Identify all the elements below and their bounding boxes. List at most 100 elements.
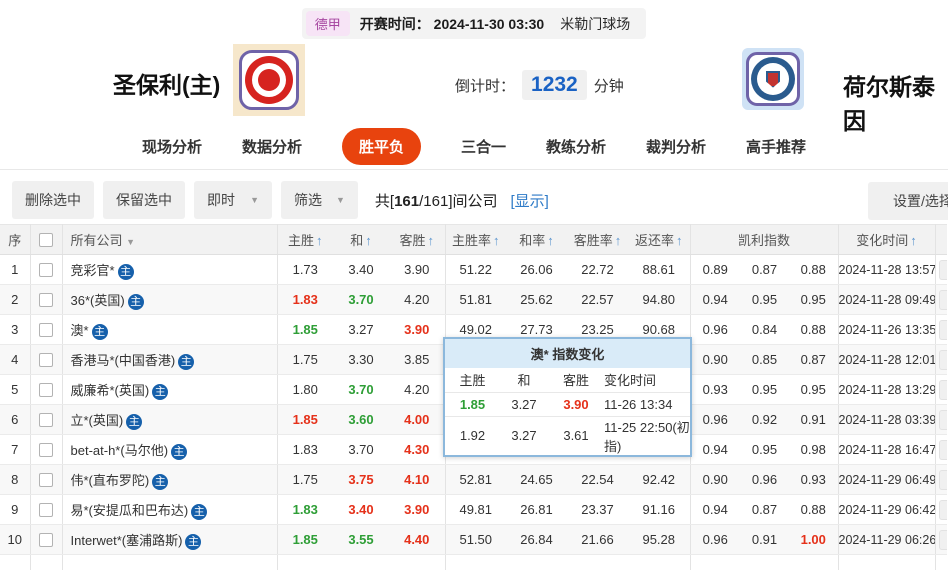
- away-odds-cell[interactable]: 4.40: [389, 525, 445, 555]
- draw-odds-cell[interactable]: 3.55: [333, 525, 389, 555]
- row-checkbox[interactable]: [39, 383, 53, 397]
- change-time-cell: 2024-11-29 06:26: [838, 525, 935, 555]
- header-home-odds[interactable]: 主胜↑: [277, 225, 333, 255]
- home-odds-cell[interactable]: 1.73: [277, 255, 333, 285]
- tab-2[interactable]: 胜平负: [342, 128, 421, 165]
- show-link[interactable]: [显示]: [511, 190, 549, 211]
- tooltip-header-away: 客胜: [548, 368, 604, 392]
- trend-button-fragment[interactable]: [939, 440, 948, 460]
- trend-button-fragment[interactable]: [939, 470, 948, 490]
- tab-3[interactable]: 三合一: [461, 136, 506, 157]
- trend-button-fragment[interactable]: [939, 410, 948, 430]
- row-select-cell: [30, 405, 62, 435]
- draw-odds-cell[interactable]: 3.70: [333, 435, 389, 465]
- header-away-rate[interactable]: 客胜率↑: [567, 225, 628, 255]
- keep-selected-button[interactable]: 保留选中: [103, 181, 185, 219]
- away-odds-cell[interactable]: 4.10: [389, 465, 445, 495]
- draw-odds-cell[interactable]: 3.75: [333, 465, 389, 495]
- row-checkbox[interactable]: [39, 503, 53, 517]
- row-checkbox[interactable]: [39, 293, 53, 307]
- company-cell[interactable]: bet-at-h*(马尔他)主: [62, 435, 277, 465]
- away-odds-cell[interactable]: 3.90: [389, 495, 445, 525]
- away-odds-cell[interactable]: 4.20: [389, 285, 445, 315]
- trend-button-fragment[interactable]: [939, 290, 948, 310]
- delete-selected-button[interactable]: 删除选中: [12, 181, 94, 219]
- kelly-away-cell: 0.93: [789, 465, 838, 495]
- company-cell[interactable]: 立*(英国)主: [62, 405, 277, 435]
- tab-5[interactable]: 裁判分析: [646, 136, 706, 157]
- settings-select-button[interactable]: 设置/选择: [868, 182, 948, 220]
- row-checkbox[interactable]: [39, 443, 53, 457]
- away-odds-cell[interactable]: 4.20: [389, 375, 445, 405]
- away-rate-cell: 22.54: [567, 465, 628, 495]
- home-odds-cell[interactable]: [277, 555, 333, 570]
- filter-select[interactable]: 筛选 ▼: [281, 181, 358, 219]
- header-away-odds[interactable]: 客胜↑: [389, 225, 445, 255]
- row-checkbox[interactable]: [39, 533, 53, 547]
- company-cell[interactable]: 香港马*(中国香港)主: [62, 345, 277, 375]
- time-filter-select[interactable]: 即时 ▼: [194, 181, 272, 219]
- header-return-rate[interactable]: 返还率↑: [628, 225, 690, 255]
- draw-odds-cell[interactable]: [333, 555, 389, 570]
- home-odds-cell[interactable]: 1.80: [277, 375, 333, 405]
- home-odds-cell[interactable]: 1.85: [277, 315, 333, 345]
- away-odds-cell[interactable]: 3.90: [389, 255, 445, 285]
- sort-asc-icon: ↑: [910, 233, 917, 248]
- tab-4[interactable]: 教练分析: [546, 136, 606, 157]
- draw-odds-cell[interactable]: 3.70: [333, 285, 389, 315]
- home-odds-cell[interactable]: 1.83: [277, 285, 333, 315]
- away-odds-cell[interactable]: [389, 555, 445, 570]
- header-draw-rate[interactable]: 和率↑: [506, 225, 567, 255]
- draw-odds-cell[interactable]: 3.70: [333, 375, 389, 405]
- trend-button-fragment[interactable]: [939, 380, 948, 400]
- company-cell[interactable]: 威廉希*(英国)主: [62, 375, 277, 405]
- trend-button-fragment[interactable]: [939, 500, 948, 520]
- home-odds-cell[interactable]: 1.75: [277, 345, 333, 375]
- draw-odds-cell[interactable]: 3.40: [333, 495, 389, 525]
- company-cell[interactable]: [62, 555, 277, 570]
- trend-button-fragment[interactable]: [939, 530, 948, 550]
- tooltip-row: 1.92 3.27 3.61 11-25 22:50(初指): [445, 416, 690, 455]
- company-cell[interactable]: Interwet*(塞浦路斯)主: [62, 525, 277, 555]
- company-cell[interactable]: 36*(英国)主: [62, 285, 277, 315]
- away-odds-cell[interactable]: 3.90: [389, 315, 445, 345]
- draw-odds-cell[interactable]: 3.60: [333, 405, 389, 435]
- header-draw-odds[interactable]: 和↑: [333, 225, 389, 255]
- host-badge-icon: 主: [191, 504, 207, 520]
- company-cell[interactable]: 澳*主: [62, 315, 277, 345]
- trend-button-fragment[interactable]: [939, 320, 948, 340]
- company-cell[interactable]: 易*(安提瓜和巴布达)主: [62, 495, 277, 525]
- row-checkbox[interactable]: [39, 263, 53, 277]
- kelly-draw-cell: 0.96: [740, 465, 789, 495]
- home-odds-cell[interactable]: 1.85: [277, 405, 333, 435]
- home-odds-cell[interactable]: 1.85: [277, 525, 333, 555]
- header-home-rate[interactable]: 主胜率↑: [445, 225, 506, 255]
- draw-odds-cell[interactable]: 3.40: [333, 255, 389, 285]
- tab-6[interactable]: 高手推荐: [746, 136, 806, 157]
- row-checkbox[interactable]: [39, 353, 53, 367]
- draw-odds-cell[interactable]: 3.30: [333, 345, 389, 375]
- company-cell[interactable]: 竞彩官*主: [62, 255, 277, 285]
- trend-button-fragment[interactable]: [939, 350, 948, 370]
- home-odds-cell[interactable]: 1.83: [277, 435, 333, 465]
- tab-0[interactable]: 现场分析: [142, 136, 202, 157]
- kelly-home-cell: 0.96: [690, 405, 740, 435]
- draw-odds-cell[interactable]: 3.27: [333, 315, 389, 345]
- row-checkbox[interactable]: [39, 323, 53, 337]
- row-checkbox[interactable]: [39, 413, 53, 427]
- away-odds-cell[interactable]: 4.00: [389, 405, 445, 435]
- row-select-cell: [30, 375, 62, 405]
- away-odds-cell[interactable]: 3.85: [389, 345, 445, 375]
- home-odds-cell[interactable]: 1.75: [277, 465, 333, 495]
- header-return-rate-label: 返还率: [635, 233, 674, 248]
- company-cell[interactable]: 伟*(直布罗陀)主: [62, 465, 277, 495]
- header-change-time[interactable]: 变化时间↑: [838, 225, 935, 255]
- header-company[interactable]: 所有公司 ▼: [62, 225, 277, 255]
- row-checkbox[interactable]: [39, 473, 53, 487]
- trend-button-fragment[interactable]: [939, 260, 948, 280]
- away-odds-cell[interactable]: 4.30: [389, 435, 445, 465]
- draw-rate-cell: 25.62: [506, 285, 567, 315]
- select-all-checkbox[interactable]: [39, 233, 53, 247]
- home-odds-cell[interactable]: 1.83: [277, 495, 333, 525]
- tab-1[interactable]: 数据分析: [242, 136, 302, 157]
